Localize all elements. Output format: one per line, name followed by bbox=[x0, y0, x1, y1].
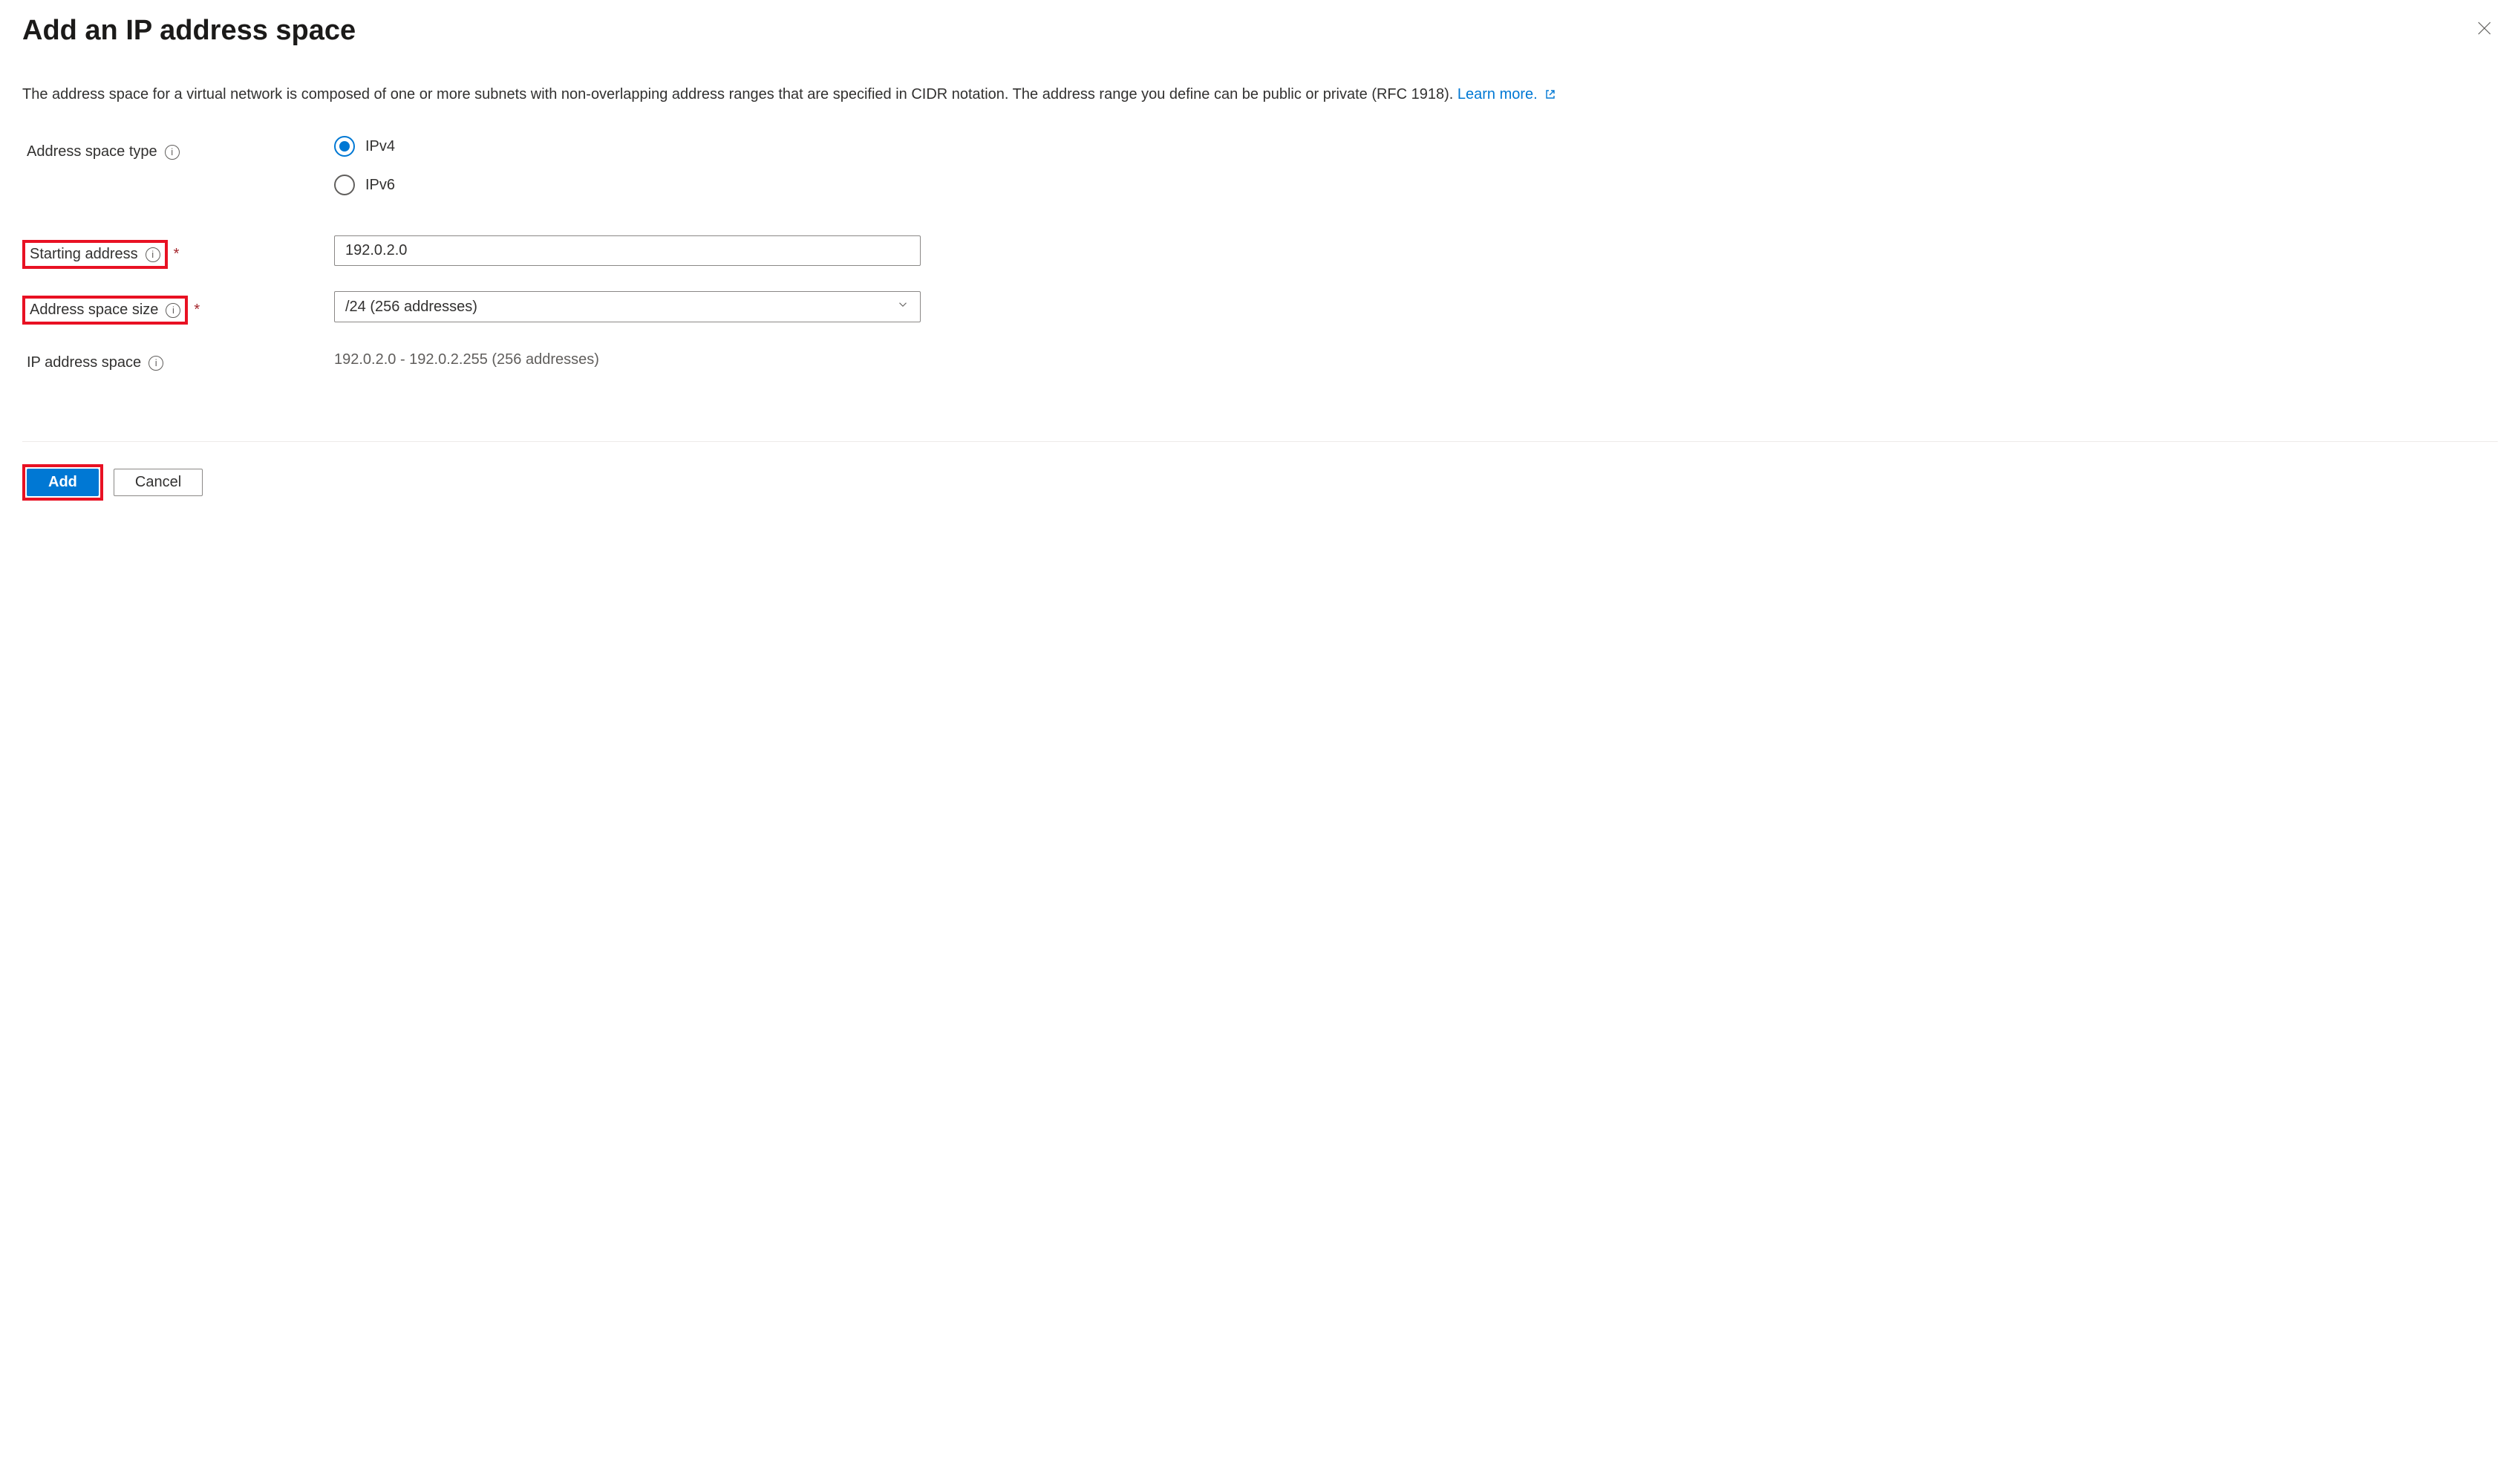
radio-ipv4[interactable]: IPv4 bbox=[334, 136, 921, 157]
label-text: Address space size bbox=[30, 302, 158, 319]
field-ip-address-space: IP address space i 192.0.2.0 - 192.0.2.2… bbox=[22, 347, 2498, 374]
info-icon[interactable]: i bbox=[148, 356, 163, 371]
label-ip-address-space: IP address space i bbox=[22, 347, 334, 374]
label-text: Starting address bbox=[30, 246, 138, 263]
radio-label: IPv6 bbox=[365, 177, 395, 194]
ip-address-space-value: 192.0.2.0 - 192.0.2.255 (256 addresses) bbox=[334, 347, 921, 368]
dropdown-value: /24 (256 addresses) bbox=[345, 299, 477, 316]
field-address-space-size: Address space size i * /24 (256 addresse… bbox=[22, 291, 2498, 325]
footer-buttons: Add Cancel bbox=[22, 464, 2498, 501]
info-icon[interactable]: i bbox=[146, 247, 160, 262]
info-icon[interactable]: i bbox=[166, 303, 180, 318]
starting-address-input[interactable] bbox=[334, 235, 921, 266]
radio-indicator-icon bbox=[334, 136, 355, 157]
field-address-space-type: Address space type i IPv4 IPv6 bbox=[22, 136, 2498, 213]
add-button[interactable]: Add bbox=[27, 469, 99, 496]
add-button-highlight: Add bbox=[22, 464, 103, 501]
learn-more-link[interactable]: Learn more. bbox=[1458, 86, 1556, 102]
required-indicator: * bbox=[194, 302, 200, 319]
cancel-button[interactable]: Cancel bbox=[114, 469, 203, 496]
label-text: Address space type bbox=[27, 143, 157, 160]
label-starting-address: Starting address i * bbox=[22, 235, 334, 269]
learn-more-label: Learn more. bbox=[1458, 86, 1538, 102]
panel-title: Add an IP address space bbox=[22, 15, 356, 47]
field-starting-address: Starting address i * bbox=[22, 235, 2498, 269]
required-indicator: * bbox=[174, 246, 180, 263]
label-text: IP address space bbox=[27, 354, 141, 371]
radio-group-address-type: IPv4 IPv6 bbox=[334, 136, 921, 213]
radio-label: IPv4 bbox=[365, 138, 395, 155]
panel-description: The address space for a virtual network … bbox=[22, 84, 2498, 106]
external-link-icon bbox=[1544, 85, 1556, 106]
label-address-space-type: Address space type i bbox=[22, 136, 334, 163]
chevron-down-icon bbox=[896, 298, 910, 316]
address-space-size-dropdown[interactable]: /24 (256 addresses) bbox=[334, 291, 921, 322]
description-text: The address space for a virtual network … bbox=[22, 86, 1453, 102]
footer-separator bbox=[22, 441, 2498, 442]
info-icon[interactable]: i bbox=[165, 145, 180, 160]
label-address-space-size: Address space size i * bbox=[22, 291, 334, 325]
radio-ipv6[interactable]: IPv6 bbox=[334, 175, 921, 195]
panel-header: Add an IP address space bbox=[22, 15, 2498, 47]
close-icon[interactable] bbox=[2471, 15, 2498, 45]
radio-indicator-icon bbox=[334, 175, 355, 195]
